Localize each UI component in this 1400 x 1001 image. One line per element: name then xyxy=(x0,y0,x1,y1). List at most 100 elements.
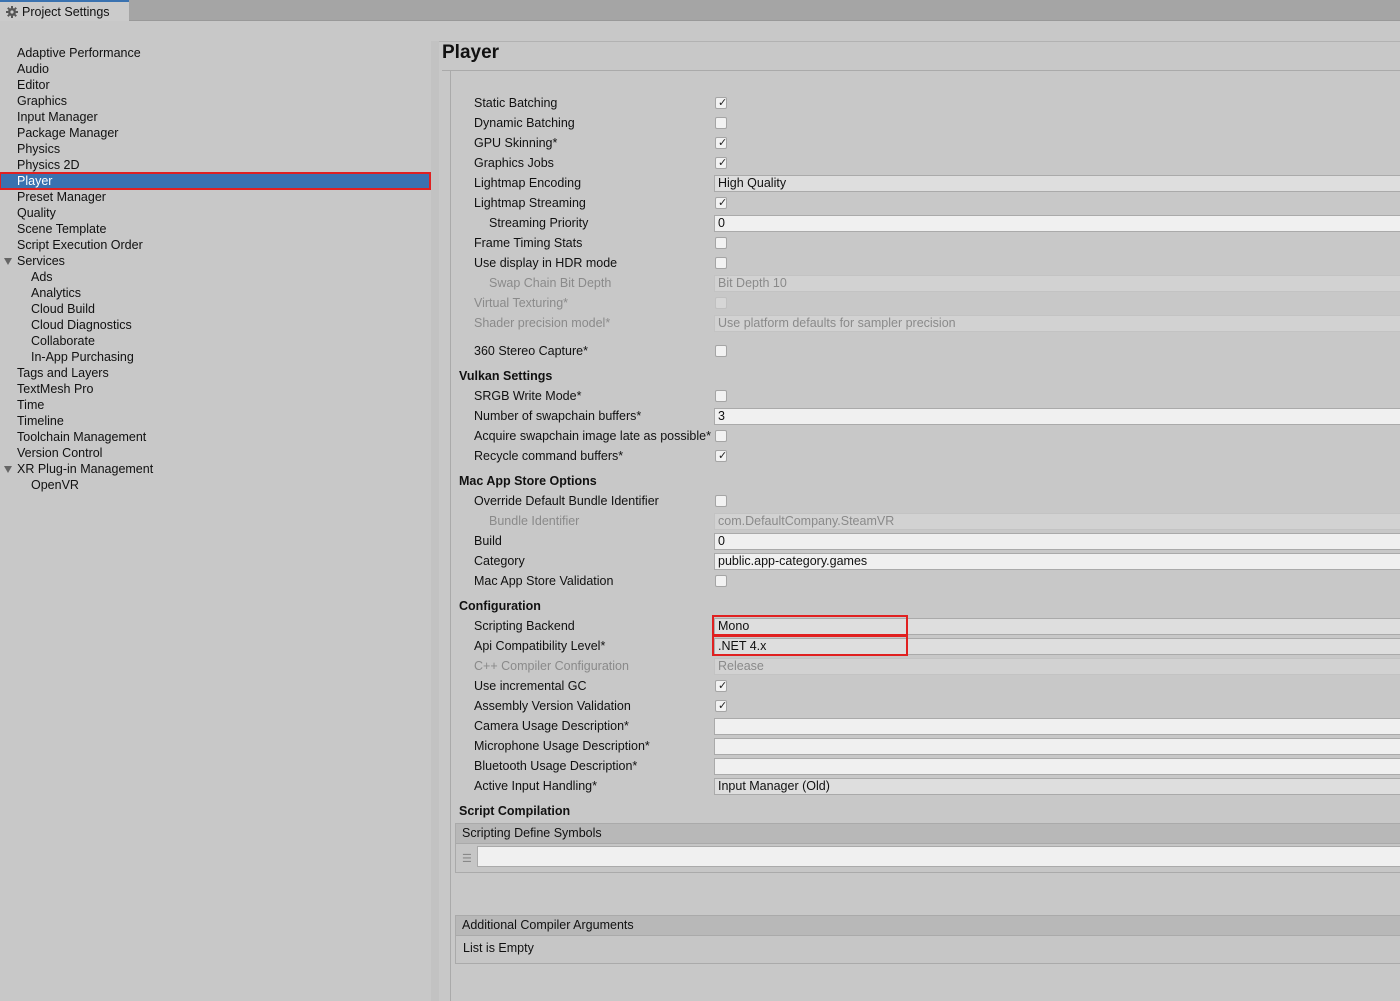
sidebar-item-player[interactable]: Player xyxy=(0,172,431,190)
microphone-usage-input[interactable] xyxy=(714,738,1400,755)
sidebar-item-collaborate[interactable]: Collaborate xyxy=(0,333,431,349)
mac-validation-checkbox[interactable] xyxy=(715,575,727,587)
row-build: Build 0 xyxy=(442,533,1400,551)
lightmap-streaming-checkbox[interactable]: ✓ xyxy=(715,197,727,209)
swapchain-buffers-input[interactable]: 3 xyxy=(714,408,1400,425)
scripting-backend-label: Scripting Backend xyxy=(474,619,575,633)
checkmark-icon: ✓ xyxy=(718,680,728,692)
category-input[interactable]: public.app-category.games xyxy=(714,553,1400,570)
scripting-backend-dropdown[interactable]: Mono xyxy=(714,618,1400,635)
api-compat-dropdown[interactable]: .NET 4.x xyxy=(714,638,1400,655)
define-symbols-header: Scripting Define Symbols xyxy=(456,824,1400,844)
checkmark-icon: ✓ xyxy=(718,97,728,109)
stereo-capture-checkbox[interactable] xyxy=(715,345,727,357)
row-camera-usage: Camera Usage Description* xyxy=(442,718,1400,736)
define-symbols-list: Scripting Define Symbols ☰ xyxy=(455,823,1400,873)
lightmap-encoding-dropdown[interactable]: High Quality xyxy=(714,175,1400,192)
srgb-write-label: SRGB Write Mode* xyxy=(474,389,582,403)
sidebar-item-graphics[interactable]: Graphics xyxy=(0,93,431,109)
row-lightmap-streaming: Lightmap Streaming ✓ xyxy=(442,195,1400,213)
row-category: Category public.app-category.games xyxy=(442,553,1400,571)
sidebar-item-time[interactable]: Time xyxy=(0,397,431,413)
sidebar-item-services[interactable]: Services xyxy=(0,253,431,269)
row-mac-validation: Mac App Store Validation xyxy=(442,573,1400,591)
recycle-buffers-checkbox[interactable]: ✓ xyxy=(715,450,727,462)
sidebar-item-tags-and-layers[interactable]: Tags and Layers xyxy=(0,365,431,381)
assembly-validation-checkbox[interactable]: ✓ xyxy=(715,700,727,712)
row-incremental-gc: Use incremental GC ✓ xyxy=(442,678,1400,696)
camera-usage-input[interactable] xyxy=(714,718,1400,735)
compiler-args-list: Additional Compiler Arguments List is Em… xyxy=(455,915,1400,964)
sidebar-item-physics-2d[interactable]: Physics 2D xyxy=(0,157,431,173)
assembly-validation-label: Assembly Version Validation xyxy=(474,699,631,713)
sidebar-item-xr-plug-in-management[interactable]: XR Plug-in Management xyxy=(0,461,431,477)
tab-title: Project Settings xyxy=(22,4,110,19)
sidebar-item-quality[interactable]: Quality xyxy=(0,205,431,221)
build-input[interactable]: 0 xyxy=(714,533,1400,550)
sidebar-item-label: Physics 2D xyxy=(17,158,80,172)
sidebar-item-label: Cloud Diagnostics xyxy=(31,318,132,332)
sidebar-item-label: Version Control xyxy=(17,446,103,460)
sidebar-item-scene-template[interactable]: Scene Template xyxy=(0,221,431,237)
sidebar-item-editor[interactable]: Editor xyxy=(0,77,431,93)
row-static-batching: Static Batching ✓ xyxy=(442,95,1400,113)
sidebar-item-cloud-diagnostics[interactable]: Cloud Diagnostics xyxy=(0,317,431,333)
sidebar-item-audio[interactable]: Audio xyxy=(0,61,431,77)
sidebar-item-cloud-build[interactable]: Cloud Build xyxy=(0,301,431,317)
srgb-write-checkbox[interactable] xyxy=(715,390,727,402)
page-title: Player xyxy=(442,42,500,63)
sidebar-item-ads[interactable]: Ads xyxy=(0,269,431,285)
sidebar-item-input-manager[interactable]: Input Manager xyxy=(0,109,431,125)
swapchain-buffers-label: Number of swapchain buffers* xyxy=(474,409,642,423)
sidebar-item-label: OpenVR xyxy=(31,478,79,492)
row-microphone-usage: Microphone Usage Description* xyxy=(442,738,1400,756)
sidebar-item-adaptive-performance[interactable]: Adaptive Performance xyxy=(0,45,431,61)
define-symbols-input[interactable] xyxy=(477,846,1400,867)
drag-handle-icon[interactable]: ☰ xyxy=(462,852,472,865)
active-input-label: Active Input Handling* xyxy=(474,779,597,793)
sidebar-item-toolchain-management[interactable]: Toolchain Management xyxy=(0,429,431,445)
dynamic-batching-checkbox[interactable] xyxy=(715,117,727,129)
sidebar-item-label: Physics xyxy=(17,142,61,156)
expand-arrow-icon[interactable] xyxy=(4,258,12,265)
sidebar-item-timeline[interactable]: Timeline xyxy=(0,413,431,429)
sidebar-item-label: Collaborate xyxy=(31,334,95,348)
configuration-heading: Configuration xyxy=(459,599,541,613)
panel-splitter[interactable] xyxy=(431,41,439,1001)
bluetooth-usage-input[interactable] xyxy=(714,758,1400,775)
gpu-skinning-checkbox[interactable]: ✓ xyxy=(715,137,727,149)
streaming-priority-input[interactable]: 0 xyxy=(714,215,1400,232)
shader-precision-label: Shader precision model* xyxy=(474,316,611,330)
sidebar-item-label: Analytics xyxy=(31,286,82,300)
microphone-usage-label: Microphone Usage Description* xyxy=(474,739,650,753)
acquire-late-checkbox[interactable] xyxy=(715,430,727,442)
sidebar-item-analytics[interactable]: Analytics xyxy=(0,285,431,301)
tab-project-settings[interactable]: Project Settings xyxy=(0,0,129,21)
checkmark-icon: ✓ xyxy=(718,197,728,209)
override-bundle-checkbox[interactable] xyxy=(715,495,727,507)
sidebar-item-openvr[interactable]: OpenVR xyxy=(0,477,431,493)
frame-timing-stats-checkbox[interactable] xyxy=(715,237,727,249)
incremental-gc-checkbox[interactable]: ✓ xyxy=(715,680,727,692)
expand-arrow-icon[interactable] xyxy=(4,466,12,473)
row-swapchain-buffers: Number of swapchain buffers* 3 xyxy=(442,408,1400,426)
sidebar-list: Adaptive Performance Audio Editor Graphics I… xyxy=(0,41,431,493)
sidebar-item-textmesh-pro[interactable]: TextMesh Pro xyxy=(0,381,431,397)
use-display-hdr-checkbox[interactable] xyxy=(715,257,727,269)
sidebar-item-preset-manager[interactable]: Preset Manager xyxy=(0,189,431,205)
active-input-dropdown[interactable]: Input Manager (Old) xyxy=(714,778,1400,795)
sidebar-item-label: Scene Template xyxy=(17,222,107,236)
recycle-buffers-label: Recycle command buffers* xyxy=(474,449,624,463)
checkmark-icon: ✓ xyxy=(718,137,728,149)
vulkan-settings-heading: Vulkan Settings xyxy=(459,369,553,383)
sidebar-item-script-execution-order[interactable]: Script Execution Order xyxy=(0,237,431,253)
bundle-identifier-input: com.DefaultCompany.SteamVR xyxy=(714,513,1400,530)
sidebar-item-version-control[interactable]: Version Control xyxy=(0,445,431,461)
sidebar-item-physics[interactable]: Physics xyxy=(0,141,431,157)
category-label: Category xyxy=(474,554,525,568)
sidebar-item-in-app-purchasing[interactable]: In-App Purchasing xyxy=(0,349,431,365)
graphics-jobs-checkbox[interactable]: ✓ xyxy=(715,157,727,169)
sidebar-item-package-manager[interactable]: Package Manager xyxy=(0,125,431,141)
row-frame-timing-stats: Frame Timing Stats xyxy=(442,235,1400,253)
static-batching-checkbox[interactable]: ✓ xyxy=(715,97,727,109)
